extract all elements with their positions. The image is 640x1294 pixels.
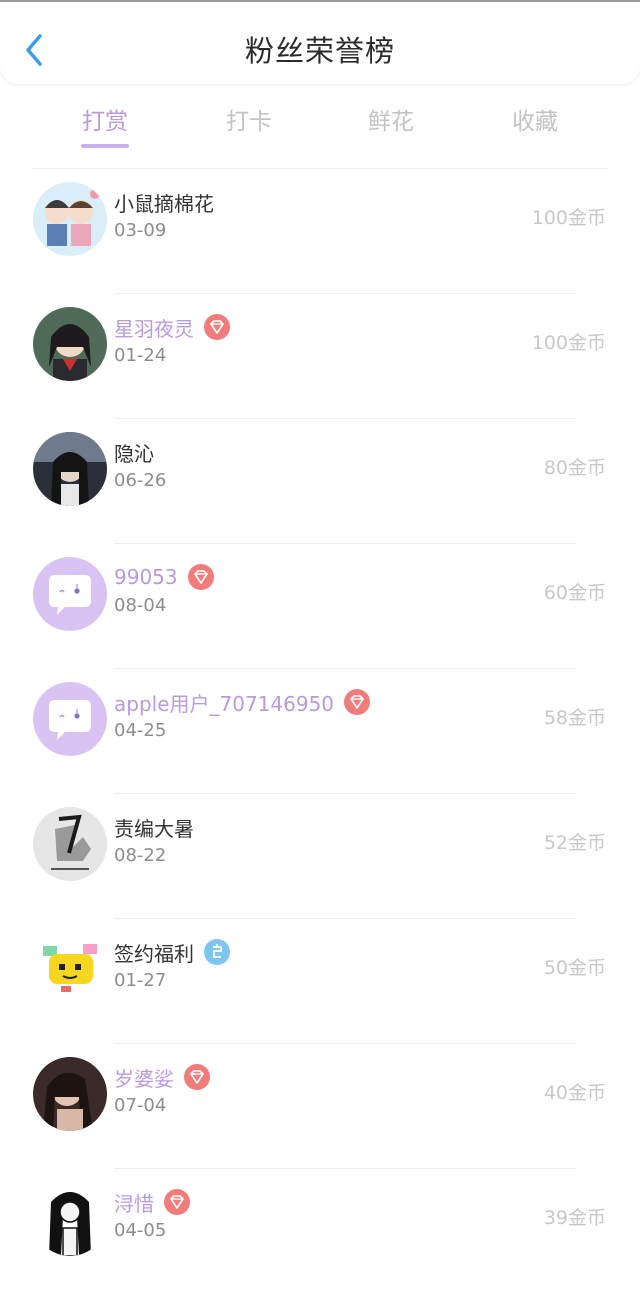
tab-checkin[interactable]: 打卡 [189,102,309,136]
fan-date: 01-27 [114,970,167,991]
fan-amount: 58金币 [543,707,606,729]
diamond-icon [344,689,371,715]
fan-date: 08-04 [114,595,167,616]
diamond-icon [187,564,214,590]
avatar [33,932,107,1006]
top-bar: 粉丝荣誉榜 [0,0,640,84]
tab-bar: 打赏 打卡 鲜花 收藏 [0,96,640,152]
fan-amount: 100金币 [531,332,606,354]
fan-date: 08-22 [114,845,167,866]
fan-amount: 100金币 [531,207,606,229]
fan-date: 07-04 [114,1095,167,1116]
fan-name: 岁婆娑 [114,1066,174,1091]
fan-amount: 52金币 [543,832,606,854]
fan-amount: 80金币 [543,457,606,479]
avatar [33,1182,107,1256]
tab-collect[interactable]: 收藏 [475,102,595,136]
fan-name: 签约福利 [114,941,194,966]
diamond-icon [204,314,230,340]
fan-name: apple用户_707146950 [114,691,335,716]
fan-list: 小鼠摘棉花 03-09 100金币 星羽夜灵 01-24 100金币 隐沁 06… [0,169,640,1294]
avatar [33,807,107,881]
list-item[interactable]: apple用户_707146950 04-25 58金币 [0,669,640,794]
fan-amount: 50金币 [543,957,606,979]
avatar [33,557,107,631]
tab-reward[interactable]: 打赏 [45,102,165,136]
tab-flowers[interactable]: 鲜花 [331,102,451,136]
fan-amount: 39金币 [543,1207,606,1229]
list-item[interactable]: 99053 08-04 60金币 [0,544,640,669]
avatar [33,682,107,756]
fan-date: 04-05 [114,1220,167,1241]
list-item[interactable]: 签约福利 01-27 50金币 [0,919,640,1044]
fan-date: 03-09 [114,220,167,241]
avatar [33,307,107,381]
diamond-icon [164,1189,190,1215]
list-item[interactable]: 浔惜 04-05 39金币 [0,1169,640,1294]
fan-name: 隐沁 [114,441,154,466]
fan-amount: 60金币 [543,582,606,604]
fan-date: 06-26 [114,470,167,491]
fan-date: 01-24 [114,345,167,366]
fan-name: 责编大暑 [114,816,194,841]
fan-name: 浔惜 [114,1191,154,1216]
list-item[interactable]: 责编大暑 08-22 52金币 [0,794,640,919]
diamond-icon [184,1064,210,1090]
list-item[interactable]: 隐沁 06-26 80金币 [0,419,640,544]
list-item[interactable]: 小鼠摘棉花 03-09 100金币 [0,169,640,294]
list-item[interactable]: 岁婆娑 07-04 40金币 [0,1044,640,1169]
active-tab-indicator [81,144,129,148]
official-icon [204,939,230,965]
avatar [33,432,107,506]
fan-name: 小鼠摘棉花 [114,191,214,216]
list-item[interactable]: 星羽夜灵 01-24 100金币 [0,294,640,419]
page-title: 粉丝荣誉榜 [244,34,395,68]
fan-name: 星羽夜灵 [114,316,194,341]
fan-amount: 40金币 [543,1082,606,1104]
fan-name: 99053 [114,565,178,589]
avatar [33,1057,107,1131]
fan-date: 04-25 [114,720,167,741]
avatar [33,182,107,256]
